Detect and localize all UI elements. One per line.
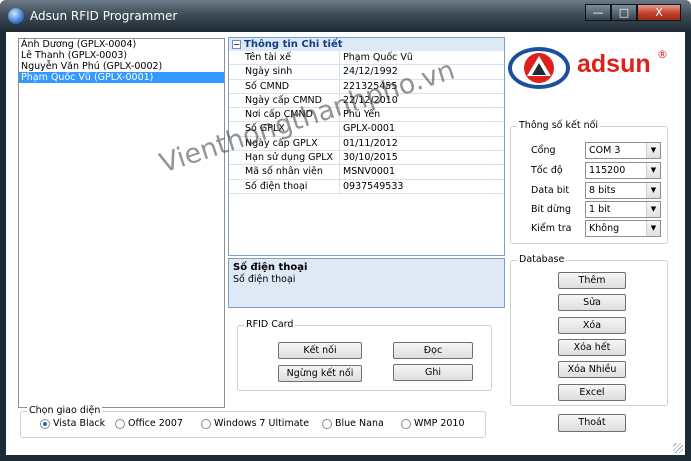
database-group: Database Thêm Sửa Xóa Xóa hết Xóa Nhiều … — [510, 254, 668, 406]
property-value[interactable]: 30/10/2015 — [340, 151, 504, 164]
theme-option-label: Vista Black — [53, 418, 106, 429]
theme-option-label: Windows 7 Ultimate — [214, 418, 310, 429]
resize-grip-icon[interactable] — [673, 443, 683, 453]
driver-list[interactable]: Ánh Dương (GPLX-0004) Lê Thanh (GPLX-000… — [18, 38, 225, 408]
property-value[interactable]: GPLX-0001 — [340, 122, 504, 135]
window-title: Adsun RFID Programmer — [30, 9, 178, 23]
connection-settings-group: Thông số kết nối Cổng COM 3 ▼ Tốc độ 1152… — [510, 120, 668, 244]
theme-label: Chọn giao diện — [27, 405, 103, 416]
rfid-card-group: RFID Card Kết nối Ngừng kết nối Đọc Ghi — [237, 319, 492, 391]
property-row[interactable]: Hạn sử dụng GPLX 30/10/2015 — [229, 151, 504, 166]
radio-icon[interactable] — [201, 418, 211, 429]
parity-value: Không — [589, 223, 620, 234]
list-item[interactable]: Ánh Dương (GPLX-0004) — [19, 39, 224, 50]
add-button[interactable]: Thêm — [558, 272, 626, 289]
theme-option-windows-7[interactable]: Windows 7 Ultimate — [201, 418, 322, 429]
theme-option-office-2007[interactable]: Office 2007 — [115, 418, 201, 429]
radio-selected-icon[interactable] — [40, 418, 50, 429]
app-window: Adsun RFID Programmer — □ X Ánh Dương (G… — [0, 0, 691, 461]
theme-option-label: WMP 2010 — [414, 418, 465, 429]
property-value[interactable]: MSNV0001 — [340, 165, 504, 178]
list-item[interactable]: Lê Thanh (GPLX-0003) — [19, 50, 224, 61]
dropdown-arrow-icon[interactable]: ▼ — [646, 183, 660, 198]
databit-value: 8 bits — [589, 185, 616, 196]
theme-option-blue-nana[interactable]: Blue Nana — [322, 418, 401, 429]
delete-multiple-button[interactable]: Xóa Nhiều — [558, 361, 626, 378]
databit-label: Data bit — [531, 185, 570, 196]
minimize-button[interactable]: — — [585, 4, 611, 21]
baud-select[interactable]: 115200 ▼ — [585, 162, 661, 179]
excel-export-button[interactable]: Excel — [558, 384, 626, 401]
dropdown-arrow-icon[interactable]: ▼ — [646, 202, 660, 217]
dropdown-arrow-icon[interactable]: ▼ — [646, 143, 660, 158]
read-button[interactable]: Đọc — [393, 342, 473, 359]
list-item-selected[interactable]: Phạm Quốc Vũ (GPLX-0001) — [19, 72, 224, 83]
baud-label: Tốc độ — [531, 165, 563, 176]
radio-icon[interactable] — [115, 418, 125, 429]
stopbit-value: 1 bit — [589, 204, 611, 215]
exit-button[interactable]: Thoát — [558, 414, 626, 432]
collapse-icon[interactable]: − — [232, 40, 241, 49]
maximize-button[interactable]: □ — [611, 4, 637, 21]
property-description-panel: Số điện thoại Số điện thoại — [228, 258, 505, 308]
port-select[interactable]: COM 3 ▼ — [585, 142, 661, 159]
parity-label: Kiểm tra — [531, 223, 572, 234]
property-key: Ngày sinh — [229, 65, 340, 79]
property-row[interactable]: Mã số nhân viên MSNV0001 — [229, 165, 504, 180]
app-globe-icon — [8, 8, 24, 24]
theme-options: Vista Black Office 2007 Windows 7 Ultima… — [40, 418, 471, 429]
window-controls: — □ X — [585, 4, 681, 21]
description-text: Số điện thoại — [233, 274, 296, 285]
connect-button[interactable]: Kết nối — [278, 342, 362, 359]
databit-select[interactable]: 8 bits ▼ — [585, 182, 661, 199]
database-label: Database — [517, 254, 567, 265]
stopbit-label: Bit dừng — [531, 204, 572, 215]
theme-option-wmp-2010[interactable]: WMP 2010 — [401, 418, 471, 429]
delete-all-button[interactable]: Xóa hết — [558, 339, 626, 356]
radio-icon[interactable] — [322, 418, 332, 429]
property-key: Mã số nhân viên — [229, 165, 340, 179]
property-value[interactable]: 01/11/2012 — [340, 137, 504, 150]
details-header[interactable]: − Thông tin Chi tiết — [229, 38, 504, 51]
details-header-label: Thông tin Chi tiết — [244, 39, 343, 50]
property-value[interactable]: 0937549533 — [340, 180, 504, 193]
property-row[interactable]: Tên tài xế Phạm Quốc Vũ — [229, 51, 504, 66]
property-key: Tên tài xế — [229, 51, 340, 65]
baud-value: 115200 — [589, 165, 626, 176]
radio-icon[interactable] — [401, 418, 411, 429]
port-value: COM 3 — [589, 145, 621, 156]
theme-option-vista-black[interactable]: Vista Black — [40, 418, 115, 429]
close-button[interactable]: X — [637, 4, 681, 21]
rfid-card-label: RFID Card — [244, 319, 296, 330]
property-row[interactable]: Ngày sinh 24/12/1992 — [229, 65, 504, 80]
property-key: Số CMND — [229, 79, 340, 93]
adsun-emblem-icon — [508, 47, 570, 89]
dropdown-arrow-icon[interactable]: ▼ — [646, 221, 660, 236]
disconnect-button[interactable]: Ngừng kết nối — [278, 365, 362, 382]
stopbit-select[interactable]: 1 bit ▼ — [585, 201, 661, 218]
write-button[interactable]: Ghi — [393, 364, 473, 381]
property-key: Số điện thoại — [229, 179, 340, 193]
parity-select[interactable]: Không ▼ — [585, 220, 661, 237]
adsun-logo: adsun ® — [507, 46, 677, 94]
connection-settings-label: Thông số kết nối — [517, 120, 601, 131]
delete-button[interactable]: Xóa — [558, 317, 626, 334]
details-property-grid[interactable]: − Thông tin Chi tiết Tên tài xế Phạm Quốc … — [228, 37, 505, 256]
port-label: Cổng — [531, 145, 556, 156]
description-title: Số điện thoại — [233, 262, 308, 273]
property-row[interactable]: Số điện thoại 0937549533 — [229, 179, 504, 194]
theme-option-label: Blue Nana — [335, 418, 384, 429]
list-item[interactable]: Nguyễn Văn Phú (GPLX-0002) — [19, 61, 224, 72]
client-area: Ánh Dương (GPLX-0004) Lê Thanh (GPLX-000… — [6, 32, 685, 455]
registered-mark: ® — [657, 48, 668, 61]
title-bar[interactable]: Adsun RFID Programmer — □ X — [0, 0, 691, 32]
logo-wordmark: adsun — [577, 50, 651, 78]
dropdown-arrow-icon[interactable]: ▼ — [646, 163, 660, 178]
edit-button[interactable]: Sửa — [558, 294, 626, 311]
theme-option-label: Office 2007 — [128, 418, 183, 429]
